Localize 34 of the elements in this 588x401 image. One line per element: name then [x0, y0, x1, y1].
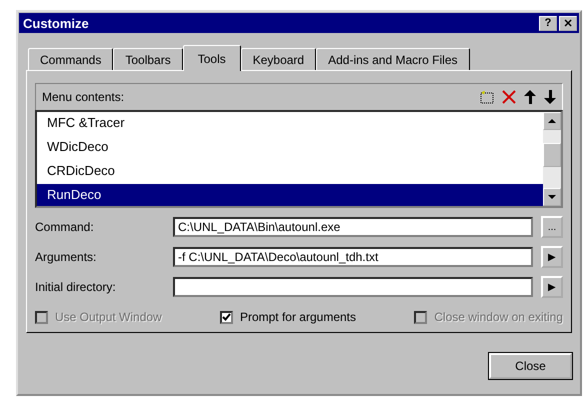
checkbox-label[interactable]: Prompt for arguments — [240, 310, 356, 324]
tab[interactable]: Keyboard — [240, 48, 316, 70]
scroll-thumb[interactable] — [543, 143, 561, 167]
tab[interactable]: Add-ins and Macro Files — [316, 48, 470, 70]
list-item[interactable]: WDicDeco — [37, 136, 543, 158]
window-title: Customize — [23, 16, 89, 30]
checkbox[interactable] — [220, 310, 233, 324]
scroll-up-button[interactable] — [543, 112, 561, 130]
up-triangle-icon — [548, 119, 556, 123]
list-label: Menu contents: — [42, 90, 124, 104]
field-label: Arguments: — [35, 250, 98, 264]
close-dialog-button[interactable]: Close — [489, 353, 572, 379]
field-button[interactable]: ▶ — [541, 246, 563, 268]
input-field[interactable]: -f C:\UNL_DATA\Deco\autounl_tdh.txt — [173, 247, 533, 267]
delete-icon[interactable] — [502, 90, 516, 104]
field-label: Command: — [35, 220, 95, 234]
down-arrow-icon[interactable] — [544, 90, 556, 104]
input-field[interactable] — [173, 277, 533, 297]
tab[interactable]: Tools — [182, 45, 241, 71]
new-item-icon[interactable] — [480, 90, 494, 104]
list-item[interactable]: CRDicDeco — [37, 160, 543, 182]
input-field[interactable]: C:\UNL_DATA\Bin\autounl.exe — [173, 217, 533, 237]
close-button[interactable]: ✕ — [559, 16, 577, 30]
scroll-down-button[interactable] — [543, 188, 561, 206]
list-item[interactable]: MFC &Tracer — [37, 112, 543, 134]
down-triangle-icon — [548, 195, 556, 199]
field-button[interactable]: ... — [541, 216, 563, 238]
up-arrow-icon[interactable] — [524, 90, 536, 104]
tab[interactable]: Toolbars — [113, 48, 183, 70]
field-button[interactable]: ▶ — [541, 276, 563, 298]
field-label: Initial directory: — [35, 280, 117, 294]
list-item[interactable]: RunDeco — [37, 184, 543, 206]
help-button[interactable]: ? — [539, 16, 557, 30]
tab[interactable]: Commands — [28, 48, 114, 70]
